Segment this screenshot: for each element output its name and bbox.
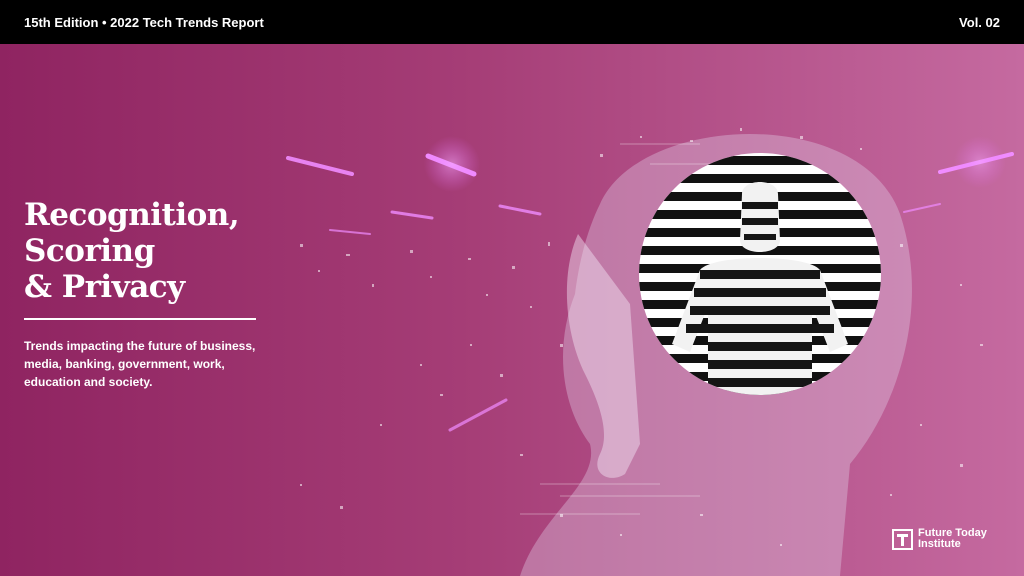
title-line: Scoring bbox=[24, 233, 155, 269]
volume-label: Vol. 02 bbox=[959, 14, 1000, 30]
cover-title: Recognition, Scoring & Privacy bbox=[24, 197, 324, 305]
brand-logo: Future Today Institute bbox=[892, 528, 987, 550]
cover-hero: Recognition, Scoring & Privacy Trends im… bbox=[0, 44, 1024, 576]
edition-label: 15th Edition • 2022 Tech Trends Report bbox=[24, 14, 264, 30]
brand-wordmark: Future Today Institute bbox=[918, 528, 987, 550]
cover-subtitle: Trends impacting the future of business,… bbox=[24, 339, 256, 389]
title-line: Recognition, bbox=[24, 197, 240, 233]
fti-logo-icon bbox=[892, 528, 913, 550]
title-divider bbox=[24, 318, 256, 320]
top-bar: 15th Edition • 2022 Tech Trends Report V… bbox=[0, 0, 1024, 44]
title-line: & Privacy bbox=[24, 269, 185, 305]
brand-name-line2: Institute bbox=[918, 538, 961, 550]
cover-illustration bbox=[286, 128, 1014, 576]
